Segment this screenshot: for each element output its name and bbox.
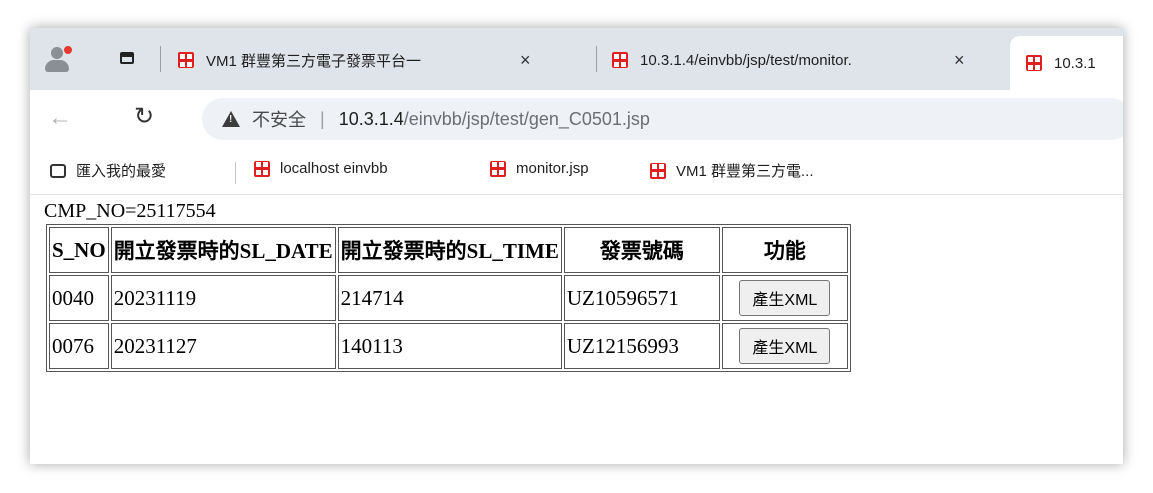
cell-invoice-no: UZ10596571 [563,275,720,321]
address-bar[interactable]: 不安全 | 10.3.1.4/einvbb/jsp/test/gen_C0501… [202,98,1123,140]
tab-title: 10.3.1.4/einvbb/jsp/test/monitor. [640,51,852,69]
cell-sl-date: 20231119 [110,275,336,321]
close-tab-icon[interactable]: × [520,50,531,71]
table-row: 0040 20231119 214714 UZ10596571 產生XML [49,275,848,321]
header-s-no: S_NO [49,227,109,273]
table-header-row: S_NO 開立發票時的SL_DATE 開立發票時的SL_TIME 發票號碼 功能 [49,227,848,273]
tab-monitor[interactable]: 10.3.1.4/einvbb/jsp/test/monitor. × [612,40,1002,80]
security-label[interactable]: 不安全 [252,106,306,132]
cell-invoice-no: UZ12156993 [563,323,720,369]
cell-sl-date: 20231127 [110,323,336,369]
cell-sl-time: 140113 [337,323,562,369]
tab-title: 10.3.1 [1054,54,1096,72]
bookmarks-bar: 匯入我的最愛 localhost einvbb monitor.jsp VM1 … [30,148,1123,195]
cell-sl-time: 214714 [337,275,562,321]
tab-strip: VM1 群豐第三方電子發票平台一 × 10.3.1.4/einvbb/jsp/t… [30,28,1123,90]
profile-avatar-icon[interactable] [40,42,74,76]
header-invoice-no: 發票號碼 [563,227,720,273]
page-content: CMP_NO=25117554 S_NO 開立發票時的SL_DATE 開立發票時… [30,195,1123,464]
tab-actions-icon[interactable] [120,52,134,64]
header-sl-date: 開立發票時的SL_DATE [110,227,336,273]
bookmark-monitor[interactable]: monitor.jsp [490,160,589,177]
tab-active[interactable]: 10.3.1 [1010,36,1123,90]
cell-s-no: 0040 [49,275,109,321]
bookmark-label: 匯入我的最愛 [76,163,167,180]
uniqlo-favicon-icon [1026,55,1042,71]
url-host[interactable]: 10.3.1.4 [339,109,404,130]
uniqlo-favicon-icon [254,160,270,177]
generate-xml-button[interactable]: 產生XML [739,280,831,316]
cell-function: 產生XML [721,323,848,369]
tab-divider [596,46,597,72]
uniqlo-favicon-icon [650,162,666,179]
cell-s-no: 0076 [49,323,109,369]
cell-function: 產生XML [721,275,848,321]
header-function: 功能 [721,227,848,273]
tab-vm1[interactable]: VM1 群豐第三方電子發票平台一 × [178,40,592,80]
reload-icon[interactable]: ↻ [134,102,154,131]
browser-window: VM1 群豐第三方電子發票平台一 × 10.3.1.4/einvbb/jsp/t… [30,28,1123,464]
generate-xml-button[interactable]: 產生XML [739,328,831,364]
tab-title: VM1 群豐第三方電子發票平台一 [206,52,422,70]
table-row: 0076 20231127 140113 UZ12156993 產生XML [49,323,848,369]
close-tab-icon[interactable]: × [954,50,965,71]
uniqlo-favicon-icon [612,52,628,68]
bookmark-localhost-einvbb[interactable]: localhost einvbb [254,160,388,177]
bookmark-label: monitor.jsp [516,160,589,177]
url-path[interactable]: /einvbb/jsp/test/gen_C0501.jsp [404,109,650,130]
invoice-table: S_NO 開立發票時的SL_DATE 開立發票時的SL_TIME 發票號碼 功能… [46,224,851,372]
uniqlo-favicon-icon [178,52,194,68]
address-divider: | [320,108,325,129]
not-secure-warning-icon[interactable] [222,111,240,127]
bookmark-vm1[interactable]: VM1 群豐第三方電... [650,160,814,181]
back-icon[interactable]: ← [48,104,72,132]
bookmark-import[interactable]: 匯入我的最愛 [50,160,166,181]
cmp-no-label: CMP_NO=25117554 [44,200,216,222]
tab-divider [160,46,161,72]
uniqlo-favicon-icon [490,160,506,177]
browser-toolbar: ← ↻ 不安全 | 10.3.1.4/einvbb/jsp/test/gen_C… [30,90,1123,148]
bookmark-divider [235,162,236,184]
bookmark-label: VM1 群豐第三方電... [676,163,814,180]
import-icon [50,163,66,178]
header-sl-time: 開立發票時的SL_TIME [337,227,562,273]
bookmark-label: localhost einvbb [280,160,388,177]
